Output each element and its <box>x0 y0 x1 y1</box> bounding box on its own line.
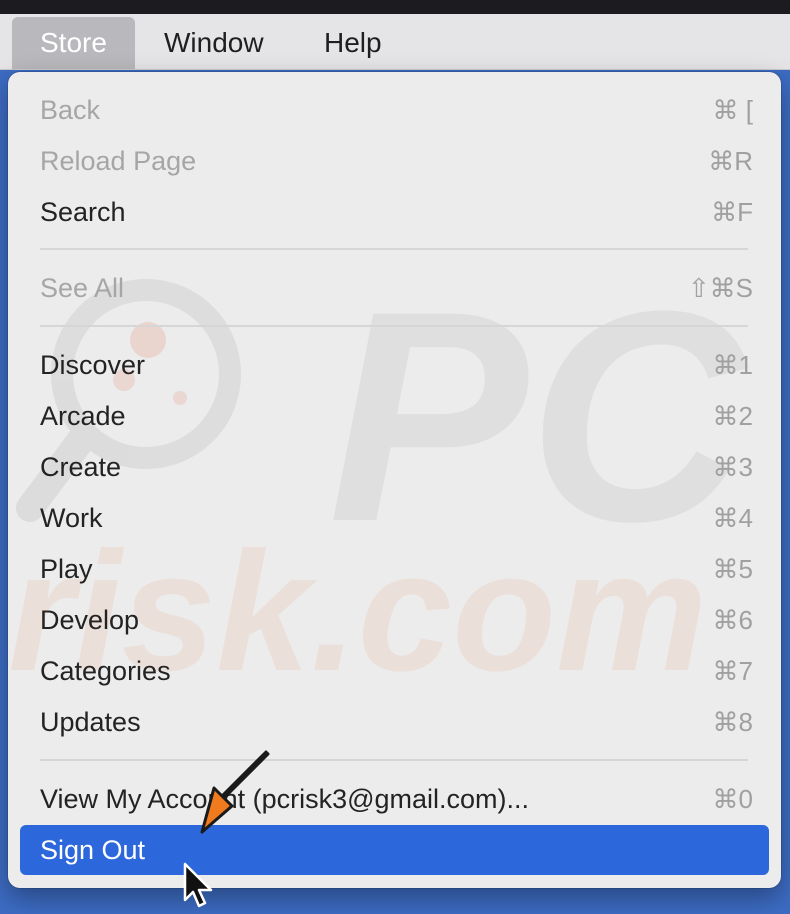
shortcut-label: ⌘R <box>708 146 753 176</box>
menubar-item-store[interactable]: Store <box>12 17 135 69</box>
menu-bar: Store Window Help <box>0 14 790 70</box>
menu-item-label: Back <box>40 95 101 125</box>
menubar-item-window[interactable]: Window <box>136 17 292 69</box>
system-top-strip <box>0 0 790 14</box>
menu-item-label: See All <box>40 273 125 303</box>
shortcut-label: ⌘4 <box>712 503 753 533</box>
menu-item-search[interactable]: Search ⌘F <box>20 187 769 237</box>
menu-separator <box>40 325 748 327</box>
menu-item-create[interactable]: Create ⌘3 <box>20 442 769 492</box>
menu-item-arcade[interactable]: Arcade ⌘2 <box>20 391 769 441</box>
menu-item-view-my-account[interactable]: View My Account (pcrisk3@gmail.com)... ⌘… <box>20 774 769 824</box>
menu-item-updates[interactable]: Updates ⌘8 <box>20 697 769 747</box>
menu-item-label: Reload Page <box>40 146 197 176</box>
menu-item-see-all[interactable]: See All ⇧⌘S <box>20 263 769 313</box>
shortcut-label: ⌘1 <box>712 350 753 380</box>
shortcut-label: ⌘6 <box>712 605 753 635</box>
menu-item-label: Work <box>40 503 103 533</box>
menu-item-back[interactable]: Back ⌘ [ <box>20 85 769 135</box>
shortcut-label: ⌘3 <box>712 452 753 482</box>
menu-item-label: Categories <box>40 656 171 686</box>
shortcut-label: ⌘8 <box>712 707 753 737</box>
menu-item-categories[interactable]: Categories ⌘7 <box>20 646 769 696</box>
menu-item-label: View My Account (pcrisk3@gmail.com)... <box>40 784 530 814</box>
shortcut-label: ⌘0 <box>712 784 753 814</box>
store-dropdown-menu: PC risk.com Back ⌘ [ Reload Page ⌘R Sear… <box>8 72 781 888</box>
menu-item-work[interactable]: Work ⌘4 <box>20 493 769 543</box>
menu-item-label: Updates <box>40 707 141 737</box>
menu-item-develop[interactable]: Develop ⌘6 <box>20 595 769 645</box>
shortcut-label: ⇧⌘S <box>687 273 753 303</box>
menu-item-play[interactable]: Play ⌘5 <box>20 544 769 594</box>
menu-item-label: Arcade <box>40 401 126 431</box>
menu-item-discover[interactable]: Discover ⌘1 <box>20 340 769 390</box>
menu-item-reload-page[interactable]: Reload Page ⌘R <box>20 136 769 186</box>
shortcut-label: ⌘2 <box>712 401 753 431</box>
shortcut-label: ⌘5 <box>712 554 753 584</box>
shortcut-label: ⌘7 <box>712 656 753 686</box>
menubar-item-help[interactable]: Help <box>296 17 410 69</box>
menu-item-label: Create <box>40 452 122 482</box>
menu-item-label: Discover <box>40 350 146 380</box>
menu-item-label: Search <box>40 197 126 227</box>
menu-separator <box>40 759 748 761</box>
menu-item-label: Sign Out <box>40 835 146 865</box>
shortcut-label: ⌘F <box>711 197 753 227</box>
menu-separator <box>40 248 748 250</box>
shortcut-label: ⌘ [ <box>712 95 753 125</box>
menu-item-sign-out[interactable]: Sign Out <box>20 825 769 875</box>
menu-item-label: Develop <box>40 605 140 635</box>
menu-item-label: Play <box>40 554 93 584</box>
